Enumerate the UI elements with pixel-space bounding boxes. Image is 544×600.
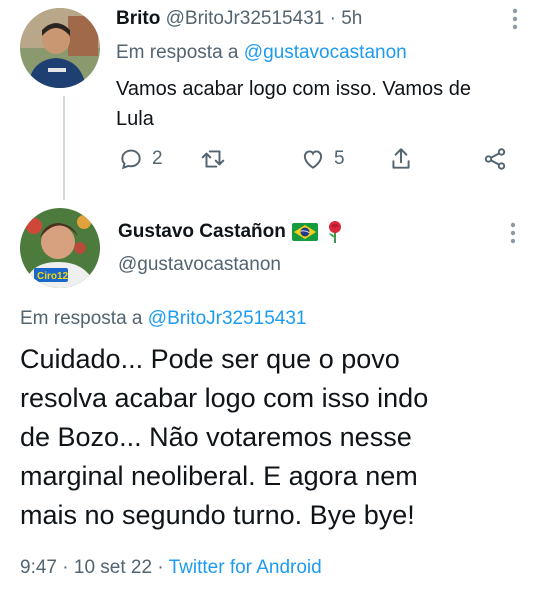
reply-to-link[interactable]: @gustavocastanon (244, 42, 407, 63)
reply-prefix: Em resposta a (116, 42, 239, 63)
reply-text-line: Vamos acabar logo com isso. Vamos de (116, 78, 471, 100)
main-text-line: de Bozo... Não votaremos nesse (20, 422, 412, 452)
reply-tweet[interactable]: Brito @BritoJr32515431 · 5h Em resposta … (0, 0, 544, 200)
reply-to-link[interactable]: @BritoJr32515431 (148, 308, 307, 329)
network-share-icon (484, 148, 506, 170)
reply-text-line: Lula (116, 108, 154, 130)
reply-text: Vamos acabar logo com isso. Vamos de Lul… (116, 74, 536, 134)
share-icon (392, 148, 410, 169)
tweet-source-link[interactable]: Twitter for Android (169, 557, 322, 578)
network-share-button[interactable] (482, 146, 508, 172)
reply-icon (121, 149, 141, 170)
main-text-line: Cuidado... Pode ser que o povo (20, 344, 400, 374)
like-button[interactable]: 5 (300, 146, 345, 172)
reply-context: Em resposta a @gustavocastanon (116, 42, 407, 64)
reply-button[interactable]: 2 (118, 146, 163, 172)
gustavo-name[interactable]: Gustavo Castañon (118, 221, 286, 243)
rose-icon (328, 221, 341, 243)
more-options-icon[interactable] (510, 8, 520, 30)
reply-count: 2 (152, 148, 163, 169)
like-count: 5 (334, 148, 345, 169)
meta-separator: · (62, 557, 69, 578)
tweet-time[interactable]: 9:47 (20, 557, 57, 578)
header-separator: · (329, 8, 336, 29)
reply-prefix: Em resposta a (20, 308, 143, 329)
tweet-date[interactable]: 10 set 22 (74, 557, 152, 578)
gustavo-avatar[interactable]: Ciro12 (20, 208, 100, 288)
brito-name[interactable]: Brito (116, 8, 160, 29)
main-text-line: mais no segundo turno. Bye bye! (20, 500, 415, 530)
brito-time[interactable]: 5h (341, 8, 362, 29)
thread-line (63, 96, 65, 200)
retweet-button[interactable] (200, 146, 234, 172)
reply-header: Brito @BritoJr32515431 · 5h (116, 8, 362, 30)
meta-separator: · (157, 557, 164, 578)
main-text-line: resolva acabar logo com isso indo (20, 383, 429, 413)
main-author-name-row: Gustavo Castañon (118, 220, 346, 244)
main-text-line: marginal neoliberal. E agora nem (20, 461, 418, 491)
retweet-icon (201, 150, 225, 168)
brito-avatar[interactable] (20, 8, 100, 88)
brazil-flag-icon (291, 223, 318, 241)
main-reply-context: Em resposta a @BritoJr32515431 (20, 308, 307, 330)
tweet-meta: 9:47 · 10 set 22 · Twitter for Android (20, 557, 322, 579)
like-icon (303, 150, 323, 169)
main-tweet-text: Cuidado... Pode ser que o povo resolva a… (20, 340, 536, 535)
more-options-icon[interactable] (510, 222, 520, 247)
avatar-badge-text: Ciro12 (37, 271, 69, 282)
main-tweet: Ciro12 Gustavo Castañon @gustavocastanon… (0, 196, 544, 600)
gustavo-handle[interactable]: @gustavocastanon (118, 254, 281, 276)
share-button[interactable] (388, 146, 414, 172)
brito-handle[interactable]: @BritoJr32515431 (166, 8, 325, 29)
